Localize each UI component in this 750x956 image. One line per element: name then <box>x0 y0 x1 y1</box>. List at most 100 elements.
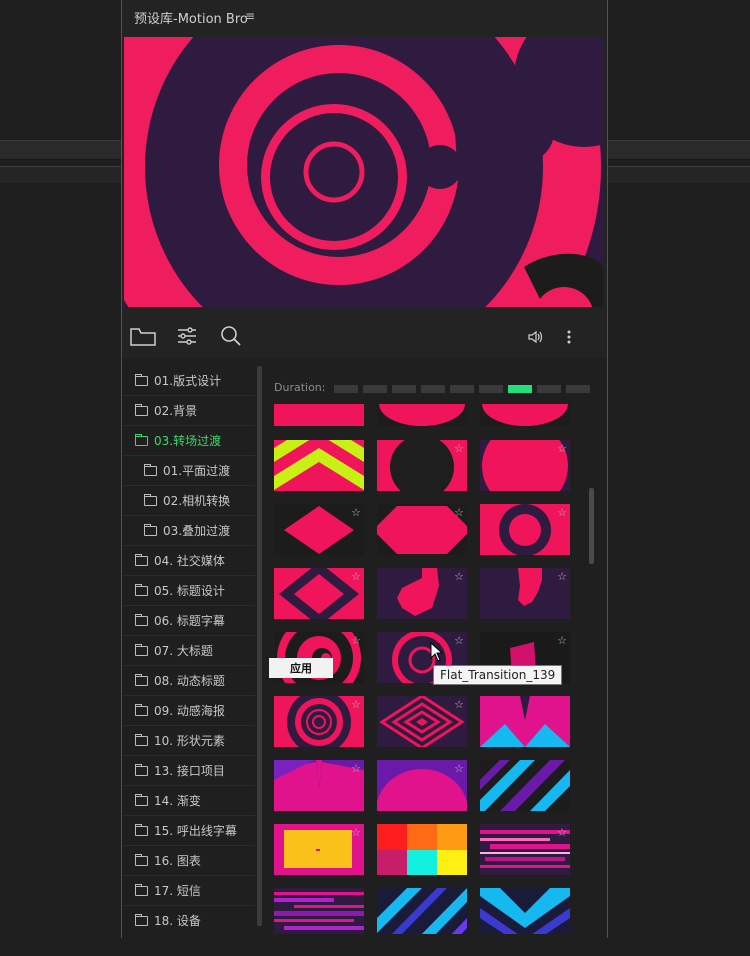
sidebar-category-label: 02.相机转换 <box>163 494 231 508</box>
folder-icon <box>135 373 148 386</box>
duration-segment[interactable] <box>334 384 359 393</box>
duration-segment[interactable] <box>363 384 388 393</box>
sidebar-category-item[interactable]: 07. 大标题 <box>123 636 255 666</box>
preset-thumbnail[interactable]: ☆ <box>377 760 467 811</box>
duration-segment[interactable] <box>479 384 504 393</box>
sidebar-category-label: 02.背景 <box>154 404 198 418</box>
favorite-star-icon[interactable]: ☆ <box>557 826 567 839</box>
sidebar-category-item[interactable]: 08. 动态标题 <box>123 666 255 696</box>
sidebar-category-item[interactable]: 16. 图表 <box>123 846 255 876</box>
favorite-star-icon[interactable]: ☆ <box>454 570 464 583</box>
favorite-star-icon[interactable]: ☆ <box>454 634 464 647</box>
preset-browser: 01.版式设计 02.背景 03.转场过渡 01.平面过渡 02.相机转换 03.叠加过渡… <box>122 358 607 938</box>
preset-thumbnail[interactable]: ☆ <box>274 696 364 747</box>
sidebar-category-item[interactable]: 13. 接口项目 <box>123 756 255 786</box>
preset-thumbnail[interactable]: ☆ <box>274 824 364 875</box>
preset-thumbnail[interactable] <box>274 404 364 426</box>
folder-icon <box>135 733 148 746</box>
preset-thumbnail[interactable] <box>480 404 570 426</box>
sidebar-category-item[interactable]: 02.背景 <box>123 396 255 426</box>
sidebar-category-item[interactable]: 09. 动感海报 <box>123 696 255 726</box>
sidebar-category-item[interactable]: 15. 呼出线字幕 <box>123 816 255 846</box>
sidebar-category-item[interactable]: 05. 标题设计 <box>123 576 255 606</box>
search-icon[interactable] <box>220 325 242 351</box>
folder-icon <box>135 553 148 566</box>
sidebar-category-item[interactable]: 02.相机转换 <box>123 486 255 516</box>
preset-thumbnail[interactable]: ☆ <box>377 440 467 491</box>
preset-thumbnail[interactable]: ☆ <box>377 504 467 555</box>
volume-icon[interactable] <box>528 329 544 348</box>
preset-thumbnail[interactable]: ☆ <box>274 760 364 811</box>
preset-thumbnail[interactable] <box>274 440 364 491</box>
sidebar-category-item[interactable]: 18. 设备 <box>123 906 255 934</box>
sidebar-category-item[interactable]: 10. 形状元素 <box>123 726 255 756</box>
more-icon[interactable] <box>567 329 571 348</box>
favorite-star-icon[interactable]: ☆ <box>557 442 567 455</box>
preset-thumbnail[interactable] <box>377 404 467 426</box>
folder-icon <box>135 703 148 716</box>
favorite-star-icon[interactable]: ☆ <box>351 634 361 647</box>
sidebar-category-item[interactable]: 03.转场过渡 <box>123 426 255 456</box>
favorite-star-icon[interactable]: ☆ <box>351 762 361 775</box>
sidebar-category-item[interactable]: 14. 渐变 <box>123 786 255 816</box>
duration-segment[interactable] <box>450 384 475 393</box>
sidebar-category-item[interactable]: 17. 短信 <box>123 876 255 906</box>
folder-icon <box>135 403 148 416</box>
duration-segment[interactable] <box>421 384 446 393</box>
favorite-star-icon[interactable]: ☆ <box>454 698 464 711</box>
sidebar-category-item[interactable]: 01.平面过渡 <box>123 456 255 486</box>
favorite-star-icon[interactable]: ☆ <box>351 826 361 839</box>
duration-segment[interactable] <box>566 384 591 393</box>
favorite-star-icon[interactable]: ☆ <box>351 506 361 519</box>
preview-area <box>124 37 603 307</box>
favorite-star-icon[interactable]: ☆ <box>557 506 567 519</box>
sliders-icon[interactable] <box>177 326 197 350</box>
favorite-star-icon[interactable]: ☆ <box>557 570 567 583</box>
preset-thumbnail[interactable]: ☆ <box>377 696 467 747</box>
folder-icon <box>144 463 157 476</box>
sidebar-category-label: 03.转场过渡 <box>154 434 222 448</box>
preset-thumbnail[interactable] <box>480 760 570 811</box>
folder-icon <box>135 433 148 446</box>
sidebar-category-item[interactable]: 04. 社交媒体 <box>123 546 255 576</box>
preset-thumbnail[interactable] <box>480 888 570 934</box>
favorite-star-icon[interactable]: ☆ <box>351 570 361 583</box>
duration-segment[interactable] <box>392 384 417 393</box>
favorite-star-icon[interactable]: ☆ <box>454 442 464 455</box>
favorite-star-icon[interactable]: ☆ <box>454 762 464 775</box>
favorite-star-icon[interactable]: ☆ <box>557 634 567 647</box>
folder-icon <box>135 613 148 626</box>
folder-icon <box>135 763 148 776</box>
folder-icon[interactable] <box>130 328 156 350</box>
preset-thumbnail[interactable] <box>377 888 467 934</box>
preset-thumbnail[interactable]: ☆ <box>480 568 570 619</box>
preset-thumbnail[interactable]: ☆ <box>274 504 364 555</box>
sidebar-category-label: 08. 动态标题 <box>154 674 225 688</box>
preset-thumbnail[interactable]: ☆ <box>274 568 364 619</box>
duration-segment[interactable] <box>537 384 562 393</box>
sidebar-category-item[interactable]: 03.叠加过渡 <box>123 516 255 546</box>
sidebar-scrollbar[interactable] <box>257 366 262 926</box>
preset-thumbnail[interactable] <box>480 696 570 747</box>
folder-icon <box>135 883 148 896</box>
sidebar-category-item[interactable]: 06. 标题字幕 <box>123 606 255 636</box>
sidebar-category-label: 14. 渐变 <box>154 794 201 808</box>
preset-thumbnail[interactable]: ☆ <box>480 440 570 491</box>
preset-thumbnail[interactable] <box>274 888 364 934</box>
favorite-star-icon[interactable]: ☆ <box>351 698 361 711</box>
favorite-star-icon[interactable]: ☆ <box>454 506 464 519</box>
sidebar-category-label: 06. 标题字幕 <box>154 614 225 628</box>
category-sidebar: 01.版式设计 02.背景 03.转场过渡 01.平面过渡 02.相机转换 03.叠加过渡… <box>123 366 255 934</box>
preset-thumbnail[interactable] <box>377 824 467 875</box>
sidebar-category-label: 10. 形状元素 <box>154 734 225 748</box>
grid-scrollbar[interactable] <box>589 488 594 564</box>
preset-thumbnail[interactable]: ☆ <box>480 504 570 555</box>
sidebar-category-item[interactable]: 01.版式设计 <box>123 366 255 396</box>
preset-name-tooltip: Flat_Transition_139 <box>433 665 563 685</box>
preset-thumbnail[interactable]: ☆ <box>480 824 570 875</box>
panel-menu-icon[interactable]: ≡ <box>245 9 255 23</box>
duration-segment[interactable] <box>508 384 533 393</box>
apply-button[interactable]: 应用 <box>269 658 333 678</box>
folder-icon <box>135 853 148 866</box>
preset-thumbnail[interactable]: ☆ <box>377 568 467 619</box>
